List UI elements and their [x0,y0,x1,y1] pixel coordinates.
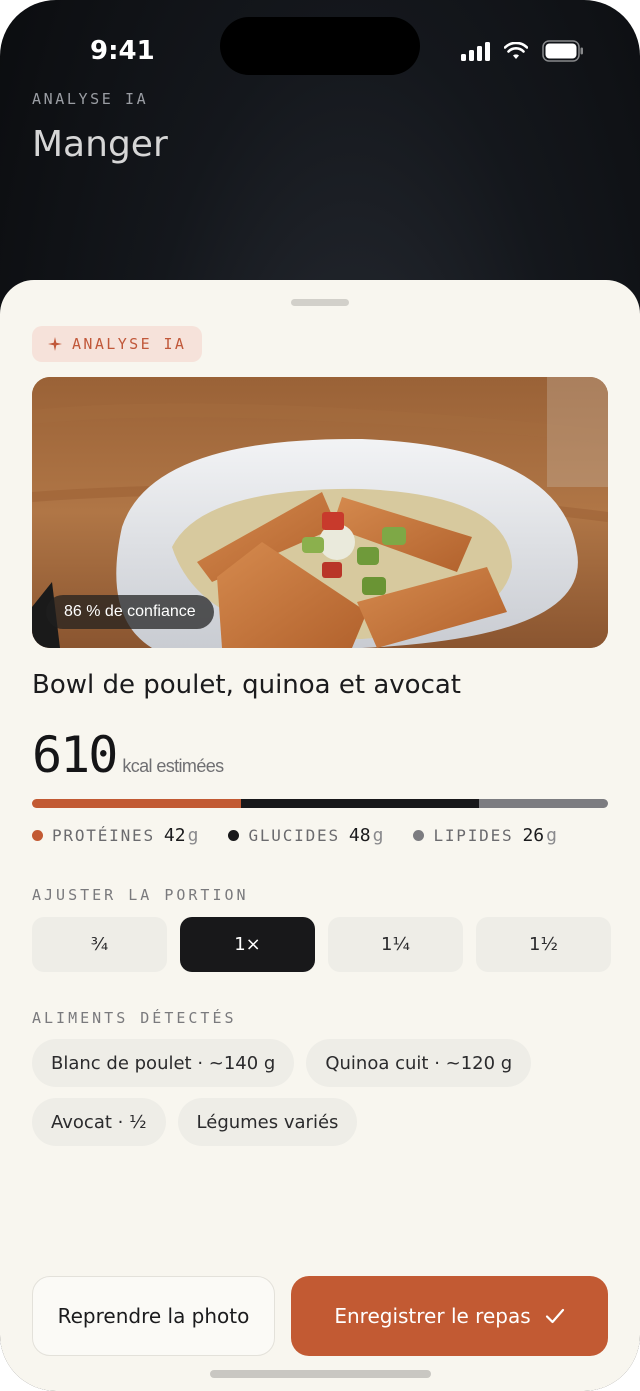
dynamic-island [220,17,420,75]
calorie-value: 610 [32,726,118,784]
macro-segment-fats [478,799,608,808]
macro-legend-fats: LIPIDES 26 g [413,825,557,846]
macro-value: 48 [348,825,371,846]
macro-legend: PROTÉINES 42 g GLUCIDES 48 g LIPIDES 26 … [32,825,557,846]
macro-segment-proteins [32,799,241,808]
macro-value: 42 [163,825,186,846]
status-time: 9:41 [90,36,155,66]
proteins-dot [32,830,43,841]
detected-section-label: ALIMENTS DÉTECTÉS [32,1009,237,1027]
meal-photo: 86 % de confiance [32,377,608,648]
calorie-label: kcal estimées [122,756,224,776]
wifi-icon [504,42,528,59]
page-title: Manger [32,124,168,165]
portion-option-one[interactable]: 1× [180,917,315,972]
ai-analysis-badge: ANALYSE IA [32,326,203,362]
dish-name: Bowl de poulet, quinoa et avocat [32,670,461,700]
sparkle-icon [48,337,62,351]
cellular-signal-icon [461,41,490,61]
status-icons [461,40,584,62]
detected-foods-list: Blanc de poulet · ~140 g Quinoa cuit · ~… [32,1039,612,1146]
macro-segment-carbs [240,799,479,808]
portion-option-three-quarters[interactable]: ¾ [32,917,167,972]
save-meal-button[interactable]: Enregistrer le repas [291,1276,608,1356]
portion-selector: ¾ 1× 1¼ 1½ [32,917,611,972]
macro-legend-proteins: PROTÉINES 42 g [32,825,198,846]
carbs-dot [228,830,240,841]
macro-legend-carbs: GLUCIDES 48 g [228,825,383,846]
phone-screen: 9:41 ANALYSE IA Manger ANALYSE IA 86 % d… [0,0,640,1391]
battery-icon [542,40,583,62]
ai-badge-label: ANALYSE IA [72,335,187,353]
portion-section-label: AJUSTER LA PORTION [32,886,249,904]
macro-unit: g [546,825,557,846]
portion-option-one-and-half[interactable]: 1½ [476,917,611,972]
macro-name: PROTÉINES [52,826,155,845]
portion-option-one-and-quarter[interactable]: 1¼ [328,917,463,972]
home-indicator [210,1370,431,1378]
macro-name: GLUCIDES [248,826,340,845]
checkmark-icon [545,1308,564,1324]
retake-photo-button[interactable]: Reprendre la photo [32,1276,275,1356]
retake-photo-label: Reprendre la photo [57,1303,250,1328]
macro-distribution-bar [32,799,608,808]
header-kicker: ANALYSE IA [32,90,149,108]
food-chip-quinoa[interactable]: Quinoa cuit · ~120 g [306,1039,532,1087]
macro-unit: g [372,825,384,846]
analysis-sheet: ANALYSE IA 86 % de confiance Bowl de pou… [0,280,640,1391]
confidence-badge: 86 % de confiance [46,595,214,629]
macro-unit: g [187,825,199,846]
save-meal-label: Enregistrer le repas [334,1304,531,1328]
sheet-grabber[interactable] [291,299,349,306]
fats-dot [413,830,425,841]
macro-value: 26 [522,825,545,846]
macro-name: LIPIDES [433,826,514,845]
food-chip-vegetables[interactable]: Légumes variés [177,1098,358,1146]
calorie-estimate: 610 kcal estimées [32,726,224,784]
food-chip-chicken[interactable]: Blanc de poulet · ~140 g [32,1039,295,1087]
food-chip-avocado[interactable]: Avocat · ½ [32,1098,166,1146]
